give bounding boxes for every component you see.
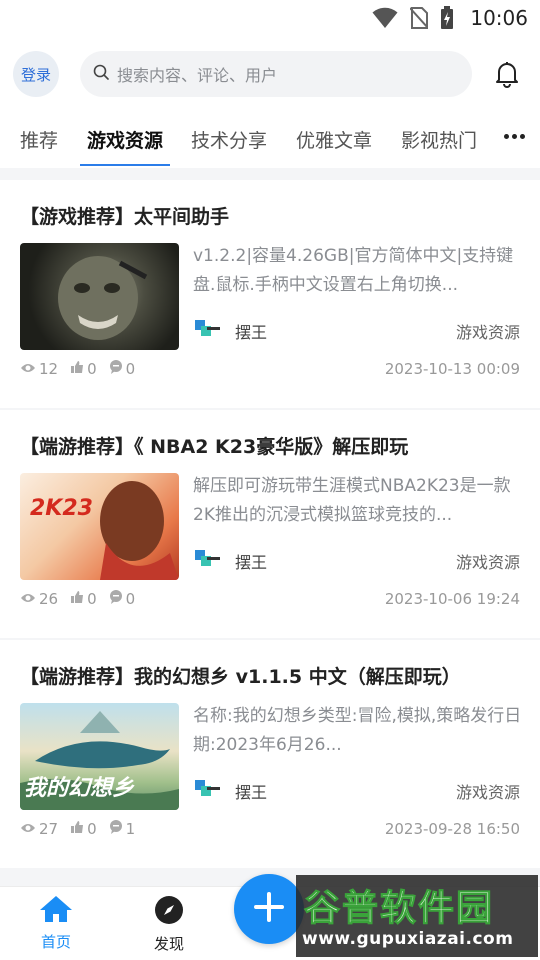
search-input[interactable]: 搜索内容、评论、用户: [80, 51, 472, 97]
clock: 10:06: [470, 6, 528, 30]
post-date: 2023-10-13 00:09: [384, 360, 520, 378]
tab-hot-movies[interactable]: 影视热门: [401, 126, 477, 153]
post-thumbnail[interactable]: [20, 243, 179, 350]
author-name[interactable]: 摆王: [235, 779, 267, 803]
views-stat: 12: [20, 360, 58, 378]
more-dots-icon[interactable]: [504, 134, 525, 139]
eye-icon: [20, 590, 36, 608]
login-button[interactable]: 登录: [13, 51, 59, 97]
watermark-title: 谷普软件园: [303, 888, 495, 930]
post-thumbnail[interactable]: 我的幻想乡: [20, 703, 179, 810]
post-excerpt: v1.2.2|容量4.26GB|官方简体中文|支持键盘.鼠标.手柄中文设置右上角…: [193, 246, 514, 295]
compass-icon: [154, 895, 184, 929]
comment-icon: [109, 820, 123, 838]
post-thumbnail[interactable]: 2K23: [20, 473, 179, 580]
thumbs-up-icon: [70, 360, 84, 378]
search-icon: [93, 64, 109, 84]
post-excerpt: 解压即可游玩带生涯模式NBA2K23是一款2K推出的沉浸式模拟篮球竞技的...: [193, 476, 511, 525]
comments-stat[interactable]: 1: [109, 820, 135, 838]
views-stat: 27: [20, 820, 58, 838]
likes-stat[interactable]: 0: [70, 590, 97, 608]
author-avatar[interactable]: [193, 778, 221, 800]
author-avatar[interactable]: [193, 548, 221, 570]
tab-tech-share[interactable]: 技术分享: [191, 126, 267, 153]
tab-recommend[interactable]: 推荐: [20, 126, 58, 153]
eye-icon: [20, 820, 36, 838]
status-bar: 10:06: [0, 0, 540, 36]
post-stats: 12 0 0: [20, 360, 147, 378]
comment-icon: [109, 360, 123, 378]
post-date: 2023-09-28 16:50: [384, 820, 520, 838]
active-tab-indicator: [80, 164, 170, 166]
likes-stat[interactable]: 0: [70, 360, 97, 378]
battery-charging-icon: [440, 6, 454, 30]
post-title[interactable]: 【端游推荐】我的幻想乡 v1.1.5 中文（解压即玩）: [20, 662, 461, 689]
nav-home-label: 首页: [40, 933, 71, 951]
post-card[interactable]: 【游戏推荐】太平间助手 v1.2.2|容量4.26GB|官方简体中文|支持键盘.…: [0, 180, 540, 408]
watermark-url: www.gupuxiazai.com: [302, 929, 514, 949]
post-category[interactable]: 游戏资源: [456, 779, 520, 803]
search-placeholder: 搜索内容、评论、用户: [117, 66, 278, 85]
thumbs-up-icon: [70, 820, 84, 838]
author-name[interactable]: 摆王: [235, 319, 267, 343]
thumb-logo-text: 我的幻想乡: [24, 775, 135, 801]
post-card[interactable]: 【端游推荐】我的幻想乡 v1.1.5 中文（解压即玩） 我的幻想乡 名称:我的幻…: [0, 640, 540, 868]
post-title[interactable]: 【游戏推荐】太平间助手: [20, 202, 229, 229]
thumbs-up-icon: [70, 590, 84, 608]
no-sim-icon: [410, 7, 429, 29]
post-category[interactable]: 游戏资源: [456, 319, 520, 343]
add-post-button[interactable]: [234, 874, 304, 944]
views-stat: 26: [20, 590, 58, 608]
header: 登录 搜索内容、评论、用户: [0, 36, 540, 110]
post-category[interactable]: 游戏资源: [456, 549, 520, 573]
watermark: 谷普软件园 www.gupuxiazai.com: [296, 875, 538, 957]
comments-stat[interactable]: 0: [109, 360, 135, 378]
post-stats: 26 0 0: [20, 590, 147, 608]
tab-game-resources[interactable]: 游戏资源: [87, 126, 163, 153]
nav-home[interactable]: 首页: [26, 895, 86, 952]
tab-elegant-articles[interactable]: 优雅文章: [296, 126, 372, 153]
thumb-logo-text: 2K23: [30, 496, 93, 521]
post-card[interactable]: 【端游推荐】《 NBA2 K23豪华版》解压即玩 2K23 解压即可游玩带生涯模…: [0, 410, 540, 638]
post-title[interactable]: 【端游推荐】《 NBA2 K23豪华版》解压即玩: [20, 432, 408, 459]
likes-stat[interactable]: 0: [70, 820, 97, 838]
post-excerpt: 名称:我的幻想乡类型:冒险,模拟,策略发行日期:2023年6月26...: [193, 706, 522, 755]
home-icon: [39, 895, 73, 927]
nav-discover[interactable]: 发现: [139, 895, 199, 954]
author-avatar[interactable]: [193, 318, 221, 340]
wifi-icon: [372, 7, 398, 29]
eye-icon: [20, 360, 36, 378]
comment-icon: [109, 590, 123, 608]
category-tabs: 推荐 游戏资源 技术分享 优雅文章 影视热门: [0, 110, 540, 168]
comments-stat[interactable]: 0: [109, 590, 135, 608]
bell-icon[interactable]: [492, 59, 522, 89]
author-name[interactable]: 摆王: [235, 549, 267, 573]
post-date: 2023-10-06 19:24: [384, 590, 520, 608]
plus-icon: [252, 890, 286, 928]
nav-discover-label: 发现: [153, 935, 184, 953]
post-stats: 27 0 1: [20, 820, 147, 838]
